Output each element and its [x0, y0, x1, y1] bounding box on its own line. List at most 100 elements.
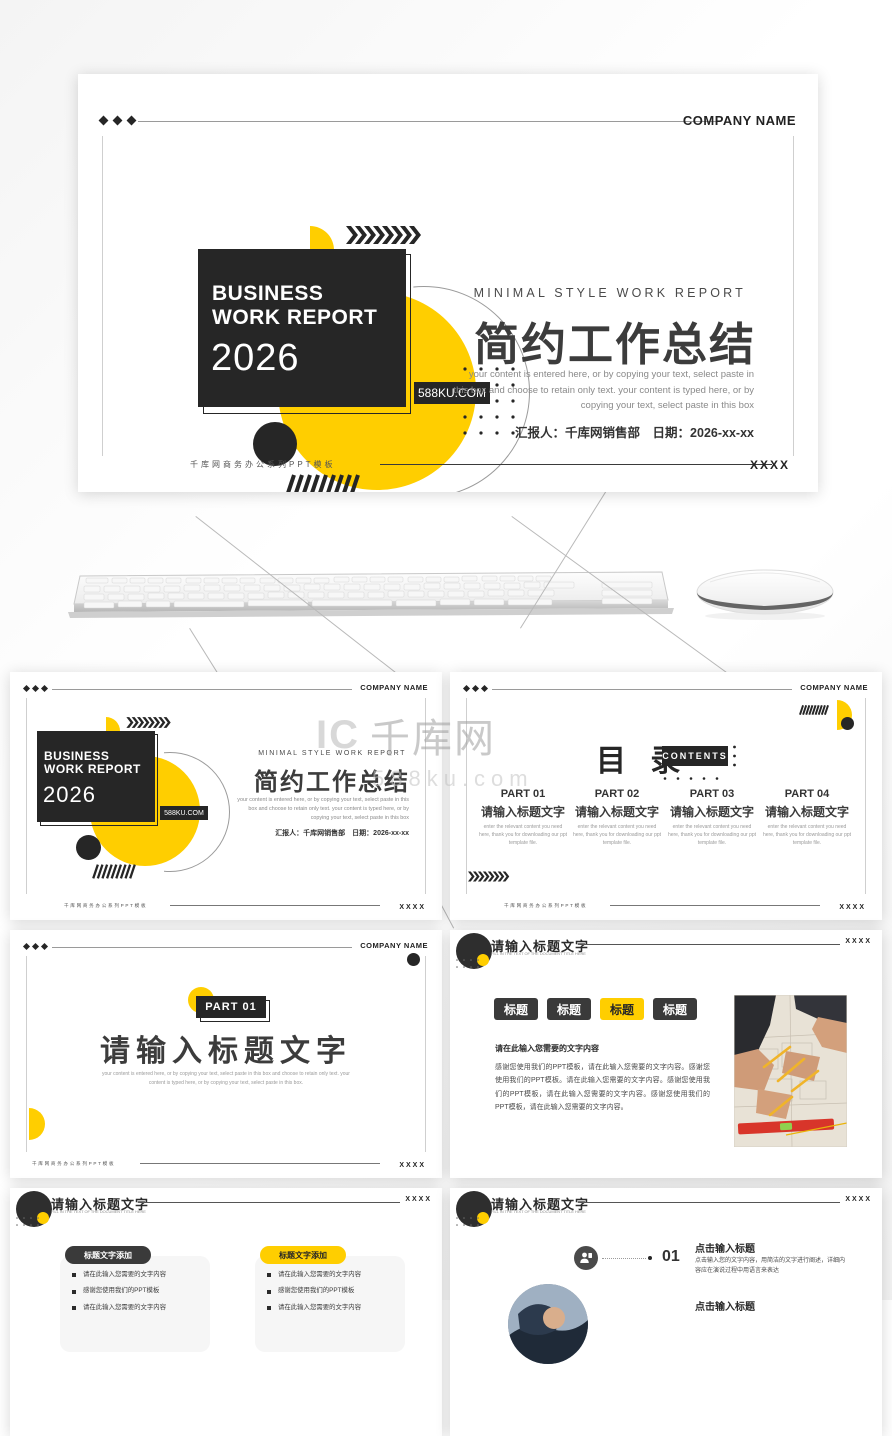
cover-eyebrow: MINIMAL STYLE WORK REPORT: [473, 286, 746, 300]
cover-badge-title: BUSINESS WORK REPORT: [212, 282, 377, 329]
card-2-pill[interactable]: 标题文字添加: [260, 1246, 346, 1264]
slide-cover-thumb[interactable]: COMPANY NAME BUSINESS WORK REPORT 2026 5…: [10, 672, 442, 920]
footer-label: 千库网商务办公系列PPT模板: [190, 460, 336, 469]
chevron-arrows-top: [126, 716, 174, 729]
item-number: 01: [662, 1248, 680, 1265]
bullet-item: 请在此输入您需要的文字内容: [72, 1304, 166, 1311]
header-dot-grid: [455, 958, 483, 977]
header-dot-grid: [455, 1216, 483, 1235]
card-1-pill[interactable]: 标题文字添加: [65, 1246, 151, 1264]
diamond-marker: [98, 115, 137, 126]
company-name: COMPANY NAME: [360, 683, 428, 692]
company-name: COMPANY NAME: [682, 113, 796, 128]
hatch-stripes-corner: [798, 703, 830, 721]
toc-part-2[interactable]: PART 02 请输入标题文字 enter the relevant conte…: [572, 788, 662, 847]
diamond-marker: [22, 684, 49, 693]
part-desc: enter the relevant content you need here…: [762, 824, 852, 846]
toc-part-3[interactable]: PART 03 请输入标题文字 enter the relevant conte…: [667, 788, 757, 847]
header-rule: [52, 947, 352, 948]
header-rule: [52, 689, 352, 690]
toc-underdots: [662, 768, 728, 786]
section-chip: PART 01: [196, 996, 266, 1018]
slide-tabs-content[interactable]: 请输入标题文字 FILL IN THE TEXT OF THE DOCUMENT…: [450, 930, 882, 1178]
header-pagenum: XXXX: [845, 938, 872, 945]
watermark-tag: 588KU.COM: [160, 806, 208, 820]
header-rule: [138, 121, 718, 122]
content-paragraph: 感谢您使用我们的PPT模板，请在此输入您需要的文字内容。感谢您使用我们的PPT模…: [495, 1064, 710, 1111]
part-title: 请输入标题文字: [764, 805, 849, 819]
toc-part-4[interactable]: PART 04 请输入标题文字 enter the relevant conte…: [762, 788, 852, 847]
tab-2[interactable]: 标题: [547, 998, 591, 1020]
cover-badge-line2: WORK REPORT: [44, 762, 141, 777]
black-dot-corner: [407, 953, 420, 966]
slide-toc[interactable]: COMPANY NAME 目 录 CONTENTS PART 01 请输入标题文…: [450, 672, 882, 920]
cover-byline: 汇报人：千库网销售部 日期：2026-xx-xx: [515, 426, 754, 440]
slide-cover[interactable]: COMPANY NAME BUSINESS WORK REPORT 2026 5…: [78, 74, 818, 492]
cover-paragraph: your content is entered here, or by copy…: [237, 797, 409, 821]
header-rule: [140, 1202, 400, 1203]
header-dot-grid: [15, 1216, 43, 1235]
part-desc: enter the relevant content you need here…: [572, 824, 662, 846]
slide-section-divider[interactable]: COMPANY NAME PART 01 请输入标题文字 your conten…: [10, 930, 442, 1178]
item-heading-next: 点击输入标题: [695, 1302, 755, 1313]
black-dot-corner: [841, 717, 854, 730]
diamond-marker: [22, 942, 49, 951]
header-rule: [492, 689, 792, 690]
cover-badge-year: 2026: [211, 337, 300, 379]
tab-1[interactable]: 标题: [494, 998, 538, 1020]
footer-pagenum: XXXX: [839, 904, 866, 911]
toc-contents-chip: CONTENTS: [662, 746, 728, 766]
footer-rule: [610, 905, 820, 906]
tab-3[interactable]: 标题: [600, 998, 644, 1020]
slide-cards-content[interactable]: 请输入标题文字 FILL IN THE TEXT OF THE DOCUMENT…: [10, 1188, 442, 1436]
part-desc: enter the relevant content you need here…: [667, 824, 757, 846]
cover-badge-line2: WORK REPORT: [212, 305, 378, 329]
toc-part-1[interactable]: PART 01 请输入标题文字 enter the relevant conte…: [478, 788, 568, 847]
tab-4[interactable]: 标题: [653, 998, 697, 1020]
part-desc: enter the relevant content you need here…: [478, 824, 568, 846]
header-rule: [580, 944, 840, 945]
footer-label: 千库网商务办公系列PPT模板: [64, 903, 148, 908]
footer-label: 千库网商务办公系列PPT模板: [504, 903, 588, 908]
keyboard-mockup: [62, 556, 678, 622]
footer-pagenum: XXXX: [749, 458, 790, 472]
hatch-stripes-bottom: [281, 474, 363, 492]
black-dot-lower-left: [76, 835, 101, 860]
bullet-item: 感谢您使用我们的PPT模板: [72, 1287, 166, 1294]
section-title: 请输入标题文字: [100, 1035, 352, 1068]
cover-paragraph: your content is entered here, or by copy…: [453, 369, 754, 412]
bullet-item: 请在此输入您需要的文字内容: [267, 1271, 361, 1278]
company-name: COMPANY NAME: [800, 683, 868, 692]
company-name: COMPANY NAME: [360, 941, 428, 950]
mouse-mockup: [694, 558, 836, 622]
card-1-bullets: 请在此输入您需要的文字内容 感谢您使用我们的PPT模板 请在此输入您需要的文字内…: [72, 1271, 166, 1311]
footer-rule: [140, 1163, 380, 1164]
slide-numbered-list[interactable]: 请输入标题文字 FILL IN THE TEXT OF THE DOCUMENT…: [450, 1188, 882, 1436]
part-title: 请输入标题文字: [574, 805, 659, 819]
bullet-item: 请在此输入您需要的文字内容: [72, 1271, 166, 1278]
footer-pagenum: XXXX: [399, 904, 426, 911]
cover-title: 简约工作总结: [254, 769, 410, 796]
bullet-item: 感谢您使用我们的PPT模板: [267, 1287, 361, 1294]
connector-dotted-line: [602, 1258, 646, 1259]
part-title: 请输入标题文字: [480, 805, 565, 819]
part-number: PART 02: [594, 788, 640, 800]
cover-title: 简约工作总结: [473, 319, 756, 370]
hatch-stripes-bottom: [90, 864, 138, 884]
cover-badge-line1: BUSINESS: [44, 749, 110, 763]
chevron-arrows-top: [346, 224, 426, 246]
footer-rule: [380, 464, 772, 465]
slide-subtitle: FILL IN THE TEXT OF THE DOCUMENT TITLE H…: [491, 951, 586, 956]
person-badge-icon: [574, 1246, 598, 1270]
slide-subtitle: FILL IN THE TEXT OF THE DOCUMENT TITLE H…: [51, 1209, 146, 1214]
footer-rule: [170, 905, 380, 906]
bullet-item: 请在此输入您需要的文字内容: [267, 1304, 361, 1311]
diamond-marker: [462, 684, 489, 693]
cover-badge-line1: BUSINESS: [212, 282, 324, 305]
footer-pagenum: XXXX: [399, 1162, 426, 1169]
content-heading: 请在此输入您需要的文字内容: [495, 1044, 599, 1053]
avatar: [508, 1284, 588, 1364]
header-rule: [580, 1202, 840, 1203]
part-number: PART 01: [500, 788, 546, 800]
chevron-arrows-bottom: [468, 870, 512, 883]
